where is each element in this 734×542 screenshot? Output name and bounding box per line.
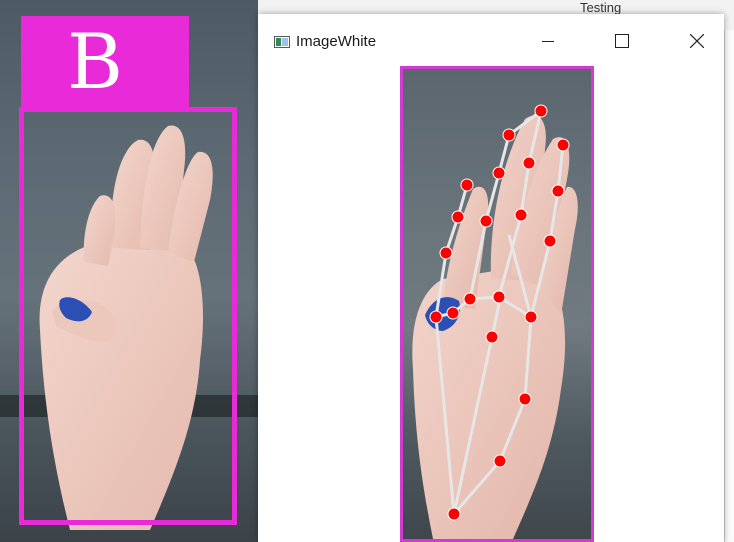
maximize-icon: [615, 34, 629, 48]
landmark-point: [524, 310, 538, 324]
detection-box: [19, 107, 237, 525]
maximize-button[interactable]: [599, 24, 645, 58]
background-app-text: Testing: [580, 0, 622, 15]
landmark-point: [460, 178, 474, 192]
landmark-wrist: [447, 507, 461, 521]
landmark-point: [502, 128, 516, 142]
landmark-point: [493, 454, 507, 468]
camera-feed: B: [0, 0, 258, 542]
minimize-icon: [542, 41, 554, 42]
landmark-point: [522, 156, 536, 170]
close-button[interactable]: [674, 24, 720, 58]
landmark-point: [492, 166, 506, 180]
minimize-button[interactable]: [525, 24, 571, 58]
landmark-point: [514, 208, 528, 222]
background-app-edge: [724, 30, 734, 542]
landmark-point: [551, 184, 565, 198]
hand-landmark-image: [400, 66, 594, 542]
image-window-icon: [274, 36, 290, 48]
landmark-point: [429, 310, 443, 324]
landmark-point: [556, 138, 570, 152]
close-icon: [690, 34, 704, 48]
landmark-point: [518, 392, 532, 406]
hand-landmark-canvas: [412, 104, 578, 539]
window-title: ImageWhite: [296, 33, 377, 50]
screen: B Testing ImageWhite: [0, 0, 734, 542]
landmark-point: [543, 234, 557, 248]
landmark-point: [439, 246, 453, 260]
landmark-point: [451, 210, 465, 224]
imagewhite-window[interactable]: ImageWhite: [258, 14, 724, 542]
landmark-point: [479, 214, 493, 228]
landmark-point: [446, 306, 460, 320]
landmark-point: [485, 330, 499, 344]
title-bar[interactable]: ImageWhite: [258, 14, 724, 68]
landmark-point: [534, 104, 548, 118]
landmark-point: [463, 292, 477, 306]
predicted-letter: B: [67, 17, 123, 106]
landmark-point: [492, 290, 506, 304]
